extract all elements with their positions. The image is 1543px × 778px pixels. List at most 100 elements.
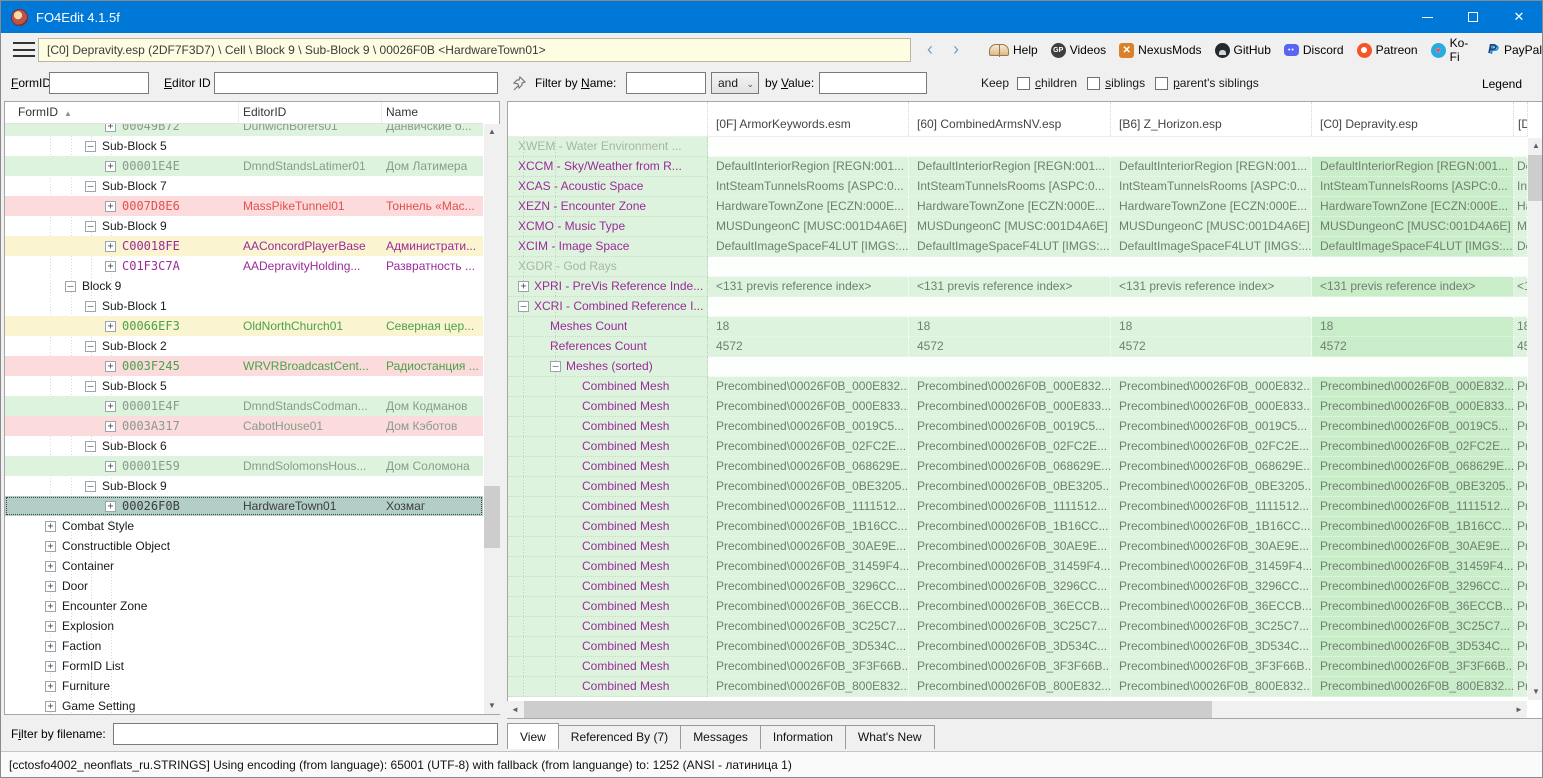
tree-node-row[interactable]: –Sub-Block 5	[5, 136, 483, 156]
collapse-icon[interactable]: –	[85, 301, 96, 312]
table-row[interactable]: +XPRI - PreVis Reference Inde...<131 pre…	[508, 277, 1528, 297]
expand-icon[interactable]: +	[105, 161, 116, 172]
value-cell[interactable]: 18	[708, 317, 909, 337]
value-cell[interactable]: <131 previs reference index>	[1514, 277, 1528, 297]
value-cell[interactable]: <131 previs reference index>	[909, 277, 1111, 297]
table-row[interactable]: XWEM - Water Environment ...	[508, 137, 1528, 157]
value-cell[interactable]: MUSDungeonC [MUSC:001D4A6E]	[1312, 217, 1514, 237]
tree-node-row[interactable]: +FormID List	[5, 656, 483, 676]
table-row[interactable]: Combined MeshPrecombined\00026F0B_02FC2E…	[508, 437, 1528, 457]
toolbar-link-ko-fi[interactable]: Ko-Fi	[1431, 36, 1475, 64]
tree-node-row[interactable]: +Constructible Object	[5, 536, 483, 556]
value-cell[interactable]: Precombined\00026F0B_800E832...	[708, 677, 909, 697]
value-cell[interactable]: Precombined\00026F0B_3D534C...	[708, 637, 909, 657]
value-cell[interactable]: HardwareTownZone [ECZN:000E...	[909, 197, 1111, 217]
minimize-button[interactable]	[1404, 1, 1450, 33]
forward-button[interactable]: ›	[945, 36, 967, 62]
collapse-icon[interactable]: –	[85, 441, 96, 452]
value-cell[interactable]: Precombined\00026F0B_31459F4...	[1111, 557, 1312, 577]
value-cell[interactable]: DefaultImageSpaceF4LUT [IMGS:...	[1312, 237, 1514, 257]
grid-column-header[interactable]	[508, 102, 708, 136]
table-row[interactable]: –XCRI - Combined Reference I...	[508, 297, 1528, 317]
value-cell[interactable]: Precombined\00026F0B_3F3F66B...	[1111, 657, 1312, 677]
tree-node-row[interactable]: –Sub-Block 9	[5, 216, 483, 236]
table-row[interactable]: Combined MeshPrecombined\00026F0B_30AE9E…	[508, 537, 1528, 557]
expand-icon[interactable]: +	[105, 124, 116, 132]
value-cell[interactable]: 4572	[909, 337, 1111, 357]
scrollbar-thumb[interactable]	[1528, 155, 1543, 201]
expand-icon[interactable]: +	[105, 361, 116, 372]
editorid-input[interactable]	[214, 72, 498, 94]
tab-information[interactable]: Information	[760, 725, 846, 749]
value-cell[interactable]: Precombined\00026F0B_068629E...	[708, 457, 909, 477]
maximize-button[interactable]	[1450, 1, 1496, 33]
value-cell[interactable]: DefaultImageSpaceF4LUT [IMGS:...	[708, 237, 909, 257]
tab-what-s-new[interactable]: What's New	[845, 725, 935, 749]
value-cell[interactable]: Precombined\00026F0B_000E832...	[708, 377, 909, 397]
grid-column-header[interactable]: [D	[1514, 102, 1528, 136]
table-row[interactable]: XGDR - God Rays	[508, 257, 1528, 277]
tree-node-row[interactable]: –Block 9	[5, 276, 483, 296]
value-cell[interactable]: Precombined\00026F0B_800E832...	[1111, 677, 1312, 697]
value-cell[interactable]: Precombined\00026F0B_3D534C...	[1111, 637, 1312, 657]
value-cell[interactable]: Precombined\00026F0B_0019C5...	[1111, 417, 1312, 437]
value-cell[interactable]: Precombined\00026F0B_000E833...	[909, 397, 1111, 417]
expand-icon[interactable]: +	[518, 281, 529, 292]
toolbar-link-github[interactable]: GitHub	[1215, 43, 1271, 58]
value-cell[interactable]	[1111, 297, 1312, 317]
toolbar-link-patreon[interactable]: Patreon	[1357, 43, 1418, 58]
value-cell[interactable]: Precombined\00026F0B_3C25C7...	[1111, 617, 1312, 637]
scrollbar-thumb[interactable]	[524, 701, 1212, 718]
tree-record-row[interactable]: +00001E4FDmndStandsCodman...Дом Кодманов	[5, 396, 483, 416]
value-cell[interactable]: DefaultInteriorRegion [REGN:001...	[1312, 157, 1514, 177]
tree-record-row[interactable]: +00066EF3OldNorthChurch01Северная цер...	[5, 316, 483, 336]
scroll-right-icon[interactable]: ►	[1511, 701, 1527, 718]
value-cell[interactable]: 18	[909, 317, 1111, 337]
value-cell[interactable]: Precombined\00026F0B_3F3F66B...	[909, 657, 1111, 677]
toolbar-link-help[interactable]: Help	[989, 43, 1038, 57]
value-cell[interactable]: Precombined\00026F0B_068629E...	[1514, 457, 1528, 477]
table-row[interactable]: Combined MeshPrecombined\00026F0B_111151…	[508, 497, 1528, 517]
value-cell[interactable]: Precombined\00026F0B_3C25C7...	[909, 617, 1111, 637]
value-cell[interactable]: Precombined\00026F0B_1B16CC...	[708, 517, 909, 537]
scroll-up-icon[interactable]: ▲	[484, 124, 500, 140]
expand-icon[interactable]: +	[105, 421, 116, 432]
checkbox[interactable]	[1017, 77, 1030, 90]
value-cell[interactable]	[708, 257, 909, 277]
table-row[interactable]: Meshes Count1818181818	[508, 317, 1528, 337]
value-cell[interactable]	[1111, 257, 1312, 277]
expand-icon[interactable]: +	[45, 621, 56, 632]
expand-icon[interactable]: +	[45, 641, 56, 652]
value-cell[interactable]: Precombined\00026F0B_30AE9E...	[1312, 537, 1514, 557]
scrollbar-thumb[interactable]	[484, 486, 500, 548]
value-cell[interactable]	[1514, 257, 1528, 277]
filename-filter-input[interactable]	[113, 723, 498, 745]
value-cell[interactable]: HardwareTownZone [ECZN:000E...	[1111, 197, 1312, 217]
value-cell[interactable]: Precombined\00026F0B_31459F4...	[909, 557, 1111, 577]
value-cell[interactable]: 4572	[1514, 337, 1528, 357]
value-cell[interactable]: Precombined\00026F0B_3296CC...	[1111, 577, 1312, 597]
value-cell[interactable]: 18	[1312, 317, 1514, 337]
tree-node-row[interactable]: +Container	[5, 556, 483, 576]
collapse-icon[interactable]: –	[85, 381, 96, 392]
value-cell[interactable]: 4572	[1111, 337, 1312, 357]
column-header-editorid[interactable]: EditorID	[239, 102, 382, 123]
value-cell[interactable]: Precombined\00026F0B_0019C5...	[1514, 417, 1528, 437]
value-cell[interactable]: Precombined\00026F0B_02FC2E...	[909, 437, 1111, 457]
tree-node-row[interactable]: +Explosion	[5, 616, 483, 636]
tree-record-row[interactable]: +00049B72DunwichBorers01Данвичские б...	[5, 124, 483, 136]
value-cell[interactable]: Precombined\00026F0B_3296CC...	[708, 577, 909, 597]
table-row[interactable]: XCIM - Image SpaceDefaultImageSpaceF4LUT…	[508, 237, 1528, 257]
value-cell[interactable]: Precombined\00026F0B_31459F4...	[708, 557, 909, 577]
value-cell[interactable]: Precombined\00026F0B_0019C5...	[708, 417, 909, 437]
value-cell[interactable]: Precombined\00026F0B_068629E...	[1312, 457, 1514, 477]
value-cell[interactable]	[909, 297, 1111, 317]
table-row[interactable]: –Meshes (sorted)	[508, 357, 1528, 377]
tree-node-row[interactable]: +Door	[5, 576, 483, 596]
value-cell[interactable]	[1111, 357, 1312, 377]
table-row[interactable]: Combined MeshPrecombined\00026F0B_0BE320…	[508, 477, 1528, 497]
toolbar-link-nexusmods[interactable]: NexusMods	[1119, 43, 1201, 58]
value-cell[interactable]: Precombined\00026F0B_3C25C7...	[708, 617, 909, 637]
table-row[interactable]: Combined MeshPrecombined\00026F0B_0019C5…	[508, 417, 1528, 437]
value-cell[interactable]: Precombined\00026F0B_3F3F66B...	[1514, 657, 1528, 677]
